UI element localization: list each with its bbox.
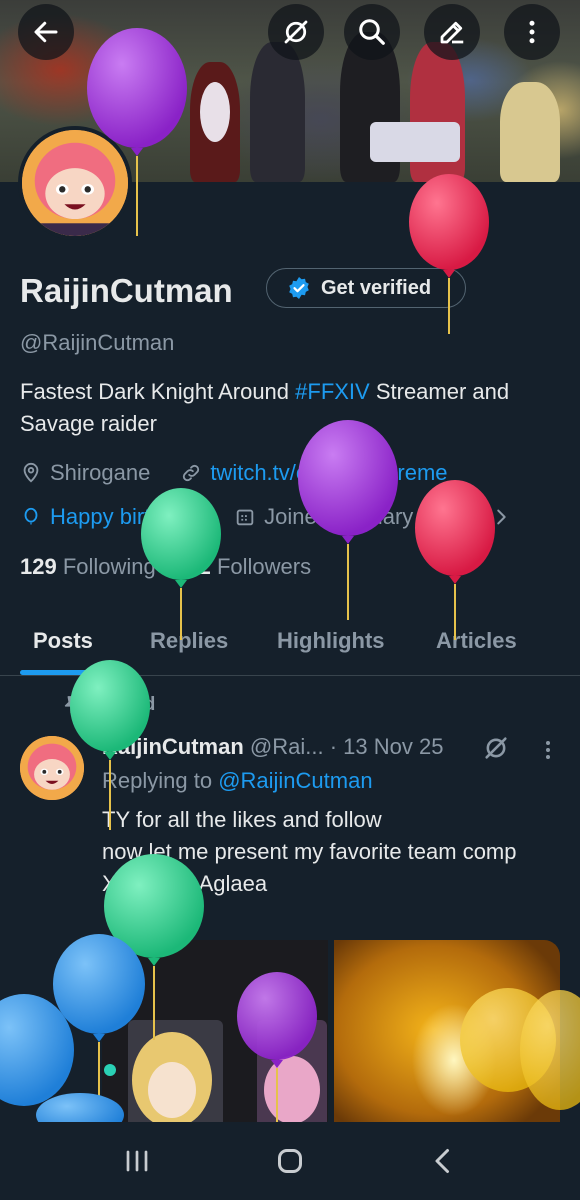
more-vertical-icon [546,741,550,759]
balloon-red-1 [409,174,489,334]
back-nav-icon[interactable] [425,1143,461,1179]
profile-website-link[interactable]: twitch.tv/cutman_xtreme [210,460,447,486]
profile-meta-row-2: Happy birthday! Joined January 2014 [20,504,512,530]
replying-to-handle[interactable]: @RaijinCutman [218,768,372,793]
profile-birthday[interactable]: Happy birthday! [50,504,204,530]
post-author-handle[interactable]: @Rai... [250,734,324,759]
post-text-line-3: Xianzhou Aglaea [102,871,268,896]
get-verified-label: Get verified [321,276,432,299]
profile-avatar[interactable] [18,126,132,240]
verified-badge-icon [289,277,309,299]
link-icon [183,464,200,482]
following-label: Following [62,554,156,579]
location-icon [23,462,39,483]
follow-counts: 129 Following 212 Followers [20,554,311,580]
post-text: TY for all the likes and follow now let … [102,804,542,900]
post-text-line-1: TY for all the likes and follow [102,807,382,832]
pinned-label: Pinned [92,694,156,715]
profile-joined-date: Joined January 2014 [264,504,469,529]
system-navigation-bar [0,1122,580,1200]
active-tab-indicator [20,670,110,675]
profile-location: Shirogane [50,460,151,485]
bio-hashtag-link[interactable]: #FFXIV [295,379,370,404]
tab-replies[interactable]: Replies [150,628,228,654]
grok-icon [485,737,507,759]
following-count: 129 [20,554,57,579]
back-arrow-icon [34,21,58,43]
post-grok-button[interactable] [482,734,510,767]
search-icon [359,19,385,45]
profile-name: RaijinCutman [20,272,233,309]
chevron-right-icon[interactable] [490,506,512,528]
post-media-image-1[interactable] [102,940,328,1130]
compose-icon [440,21,464,44]
profile-handle: @RaijinCutman [20,330,175,355]
recent-apps-icon[interactable] [119,1143,155,1179]
balloon-icon [24,507,38,525]
tab-highlights[interactable]: Highlights [277,628,385,654]
home-icon[interactable] [272,1143,308,1179]
replying-to-prefix: Replying to [102,768,219,793]
replying-to: Replying to @RaijinCutman [102,768,373,794]
balloon-blue-2 [0,994,74,1106]
get-verified-button[interactable]: Get verified [266,268,466,308]
search-button[interactable] [344,4,400,60]
profile-tabs: Posts Replies Highlights Articles [0,612,580,676]
bio-text-start: Fastest Dark Knight Around [20,379,296,404]
post-text-line-2: now let me present my favorite team comp [102,839,517,864]
more-vertical-icon [529,20,535,44]
pin-icon [64,696,78,714]
pinned-indicator: Pinned [60,694,155,716]
grok-icon [284,20,308,44]
grok-button[interactable] [268,4,324,60]
profile-bio: Fastest Dark Knight Around #FFXIV Stream… [20,376,560,440]
followers-link[interactable]: 212 Followers [174,554,311,579]
edit-button[interactable] [424,4,480,60]
following-link[interactable]: 129 Following [20,554,156,579]
followers-count: 212 [174,554,211,579]
calendar-icon [236,509,254,526]
profile-meta-row-1: Shirogane twitch.tv/cutman_xtreme [20,460,448,486]
post-header: RaijinCutman @Rai... · 13 Nov 25 [102,734,443,760]
more-options-button[interactable] [504,4,560,60]
back-button[interactable] [18,4,74,60]
tab-posts[interactable]: Posts [33,628,93,654]
followers-label: Followers [216,554,312,579]
post-author-avatar[interactable] [20,736,84,800]
post-media-image-2[interactable] [334,940,560,1130]
tab-articles[interactable]: Articles [436,628,517,654]
post-date[interactable]: · 13 Nov 25 [330,734,444,759]
post-more-button[interactable] [536,738,560,767]
post-author-name[interactable]: RaijinCutman [102,734,244,759]
